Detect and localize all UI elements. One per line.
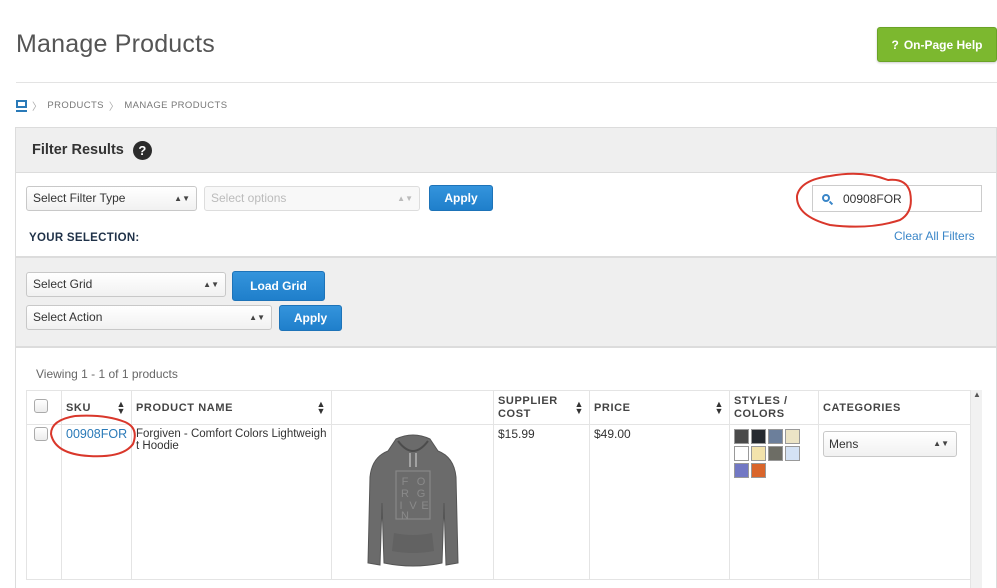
sort-icon[interactable]: ▲ ▼ xyxy=(714,399,724,415)
column-header-image xyxy=(331,390,494,425)
header-divider xyxy=(16,82,997,83)
column-header-styles-colors-label: STYLES / COLORS xyxy=(734,394,788,420)
select-arrows-icon: ▲▼ xyxy=(933,439,949,448)
category-value: Mens xyxy=(829,437,859,451)
select-arrows-icon: ▲▼ xyxy=(249,313,265,322)
color-swatch[interactable] xyxy=(751,463,766,478)
row-select-cell xyxy=(26,424,62,580)
sort-icon[interactable]: ▲ ▼ xyxy=(116,399,126,415)
question-icon: ? xyxy=(891,37,899,52)
filter-header: Filter Results ? xyxy=(16,128,996,173)
sku-link[interactable]: 00908FOR xyxy=(66,427,127,441)
column-header-supplier-cost[interactable]: SUPPLIER COST ▲ ▼ xyxy=(493,390,590,425)
viewing-count: Viewing 1 - 1 of 1 products xyxy=(36,367,178,381)
styles-colors-cell xyxy=(729,424,819,580)
search-input[interactable]: 00908FOR xyxy=(812,185,982,212)
hoodie-letter: V xyxy=(409,500,417,512)
filter-options-placeholder: Select options xyxy=(211,191,287,205)
filter-apply-button[interactable]: Apply xyxy=(429,185,493,211)
search-value: 00908FOR xyxy=(843,191,902,206)
filter-type-select[interactable]: Select Filter Type ▲▼ xyxy=(26,186,197,211)
sort-icon[interactable]: ▲ ▼ xyxy=(316,399,326,415)
hoodie-letter: R xyxy=(401,488,409,500)
column-header-sku[interactable]: SKU ▲ ▼ xyxy=(61,390,132,425)
color-swatch[interactable] xyxy=(768,446,783,461)
color-swatch[interactable] xyxy=(751,446,766,461)
grid-action-panel: Select Grid ▲▼ Load Grid Select Action ▲… xyxy=(15,257,997,347)
select-action-dropdown[interactable]: Select Action ▲▼ xyxy=(26,305,272,330)
hoodie-letter: G xyxy=(416,488,425,500)
hoodie-letter: N xyxy=(401,510,409,522)
select-all-cell xyxy=(26,390,62,425)
select-arrows-icon: ▲▼ xyxy=(397,194,413,203)
products-panel: Viewing 1 - 1 of 1 products SKU ▲ ▼ PRODUC… xyxy=(15,347,997,588)
breadcrumb-separator: 〉 xyxy=(32,102,43,113)
row-checkbox[interactable] xyxy=(34,427,48,441)
breadcrumb-separator: 〉 xyxy=(108,102,120,113)
help-circle-icon[interactable]: ? xyxy=(132,140,152,160)
filter-options-select[interactable]: Select options ▲▼ xyxy=(204,186,420,211)
hoodie-letter: O xyxy=(416,476,425,488)
column-header-product-name-label: PRODUCT NAME xyxy=(136,401,234,414)
column-header-sku-label: SKU xyxy=(66,401,92,414)
color-swatches xyxy=(734,429,814,478)
column-header-supplier-cost-label: SUPPLIER COST xyxy=(498,394,558,420)
category-select[interactable]: Mens ▲▼ xyxy=(823,431,957,457)
clear-all-filters-link[interactable]: Clear All Filters xyxy=(894,229,975,243)
load-grid-button[interactable]: Load Grid xyxy=(232,271,325,301)
color-swatch[interactable] xyxy=(768,429,783,444)
supplier-cost-value: $15.99 xyxy=(498,427,535,441)
price-cell: $49.00 xyxy=(589,424,730,580)
on-page-help-label: On-Page Help xyxy=(903,37,983,52)
sort-icon[interactable]: ▲ ▼ xyxy=(574,399,584,415)
table-row: 00908FOR Forgiven - Comfort Colors Light… xyxy=(26,424,971,580)
color-swatch[interactable] xyxy=(785,446,800,461)
product-image[interactable]: F O R G I V E N xyxy=(366,433,460,573)
categories-cell: Mens ▲▼ xyxy=(818,424,971,580)
color-swatch[interactable] xyxy=(785,429,800,444)
select-all-checkbox[interactable] xyxy=(34,399,48,413)
column-header-price-label: PRICE xyxy=(594,401,631,414)
price-value: $49.00 xyxy=(594,427,631,441)
breadcrumb-products[interactable]: PRODUCTS xyxy=(47,100,104,111)
color-swatch[interactable] xyxy=(734,429,749,444)
hoodie-letter: E xyxy=(421,500,428,512)
product-image-cell: F O R G I V E N xyxy=(331,424,494,580)
column-header-categories: CATEGORIES xyxy=(818,390,971,425)
color-swatch[interactable] xyxy=(734,463,749,478)
select-grid-dropdown[interactable]: Select Grid ▲▼ xyxy=(26,272,226,297)
hoodie-letter: F xyxy=(401,476,408,488)
table-header-row: SKU ▲ ▼ PRODUCT NAME ▲ ▼ SUPPLIER COST ▲ ▼ PRI… xyxy=(26,390,971,425)
select-arrows-icon: ▲▼ xyxy=(203,280,219,289)
select-action-value: Select Action xyxy=(33,310,103,324)
column-header-styles-colors: STYLES / COLORS xyxy=(729,390,819,425)
sku-cell: 00908FOR xyxy=(61,424,132,580)
on-page-help-button[interactable]: ? On-Page Help xyxy=(877,27,997,62)
home-icon[interactable] xyxy=(16,99,27,112)
filter-panel: Filter Results ? Select Filter Type ▲▼ S… xyxy=(15,127,997,257)
breadcrumb: 〉 PRODUCTS 〉 MANAGE PRODUCTS xyxy=(16,98,227,113)
column-header-categories-label: CATEGORIES xyxy=(823,401,901,414)
filter-heading: Filter Results xyxy=(32,142,124,158)
scroll-up-arrow-icon[interactable]: ▲ xyxy=(973,390,981,399)
table-scrollbar[interactable]: ▲ xyxy=(970,390,982,588)
breadcrumb-manage-products: MANAGE PRODUCTS xyxy=(124,100,228,111)
column-header-price[interactable]: PRICE ▲ ▼ xyxy=(589,390,730,425)
column-header-product-name[interactable]: PRODUCT NAME ▲ ▼ xyxy=(131,390,332,425)
color-swatch[interactable] xyxy=(734,446,749,461)
select-grid-value: Select Grid xyxy=(33,277,93,291)
your-selection-label: YOUR SELECTION: xyxy=(29,232,140,244)
products-table: SKU ▲ ▼ PRODUCT NAME ▲ ▼ SUPPLIER COST ▲ ▼ PRI… xyxy=(26,390,971,580)
filter-type-value: Select Filter Type xyxy=(33,191,126,205)
product-name-cell: Forgiven - Comfort Colors Lightweight Ho… xyxy=(131,424,332,580)
page-title: Manage Products xyxy=(16,30,215,58)
action-apply-button[interactable]: Apply xyxy=(279,305,342,331)
product-name: Forgiven - Comfort Colors Lightweight Ho… xyxy=(136,428,327,452)
color-swatch[interactable] xyxy=(751,429,766,444)
search-icon xyxy=(822,193,834,205)
select-arrows-icon: ▲▼ xyxy=(174,194,190,203)
supplier-cost-cell: $15.99 xyxy=(493,424,590,580)
